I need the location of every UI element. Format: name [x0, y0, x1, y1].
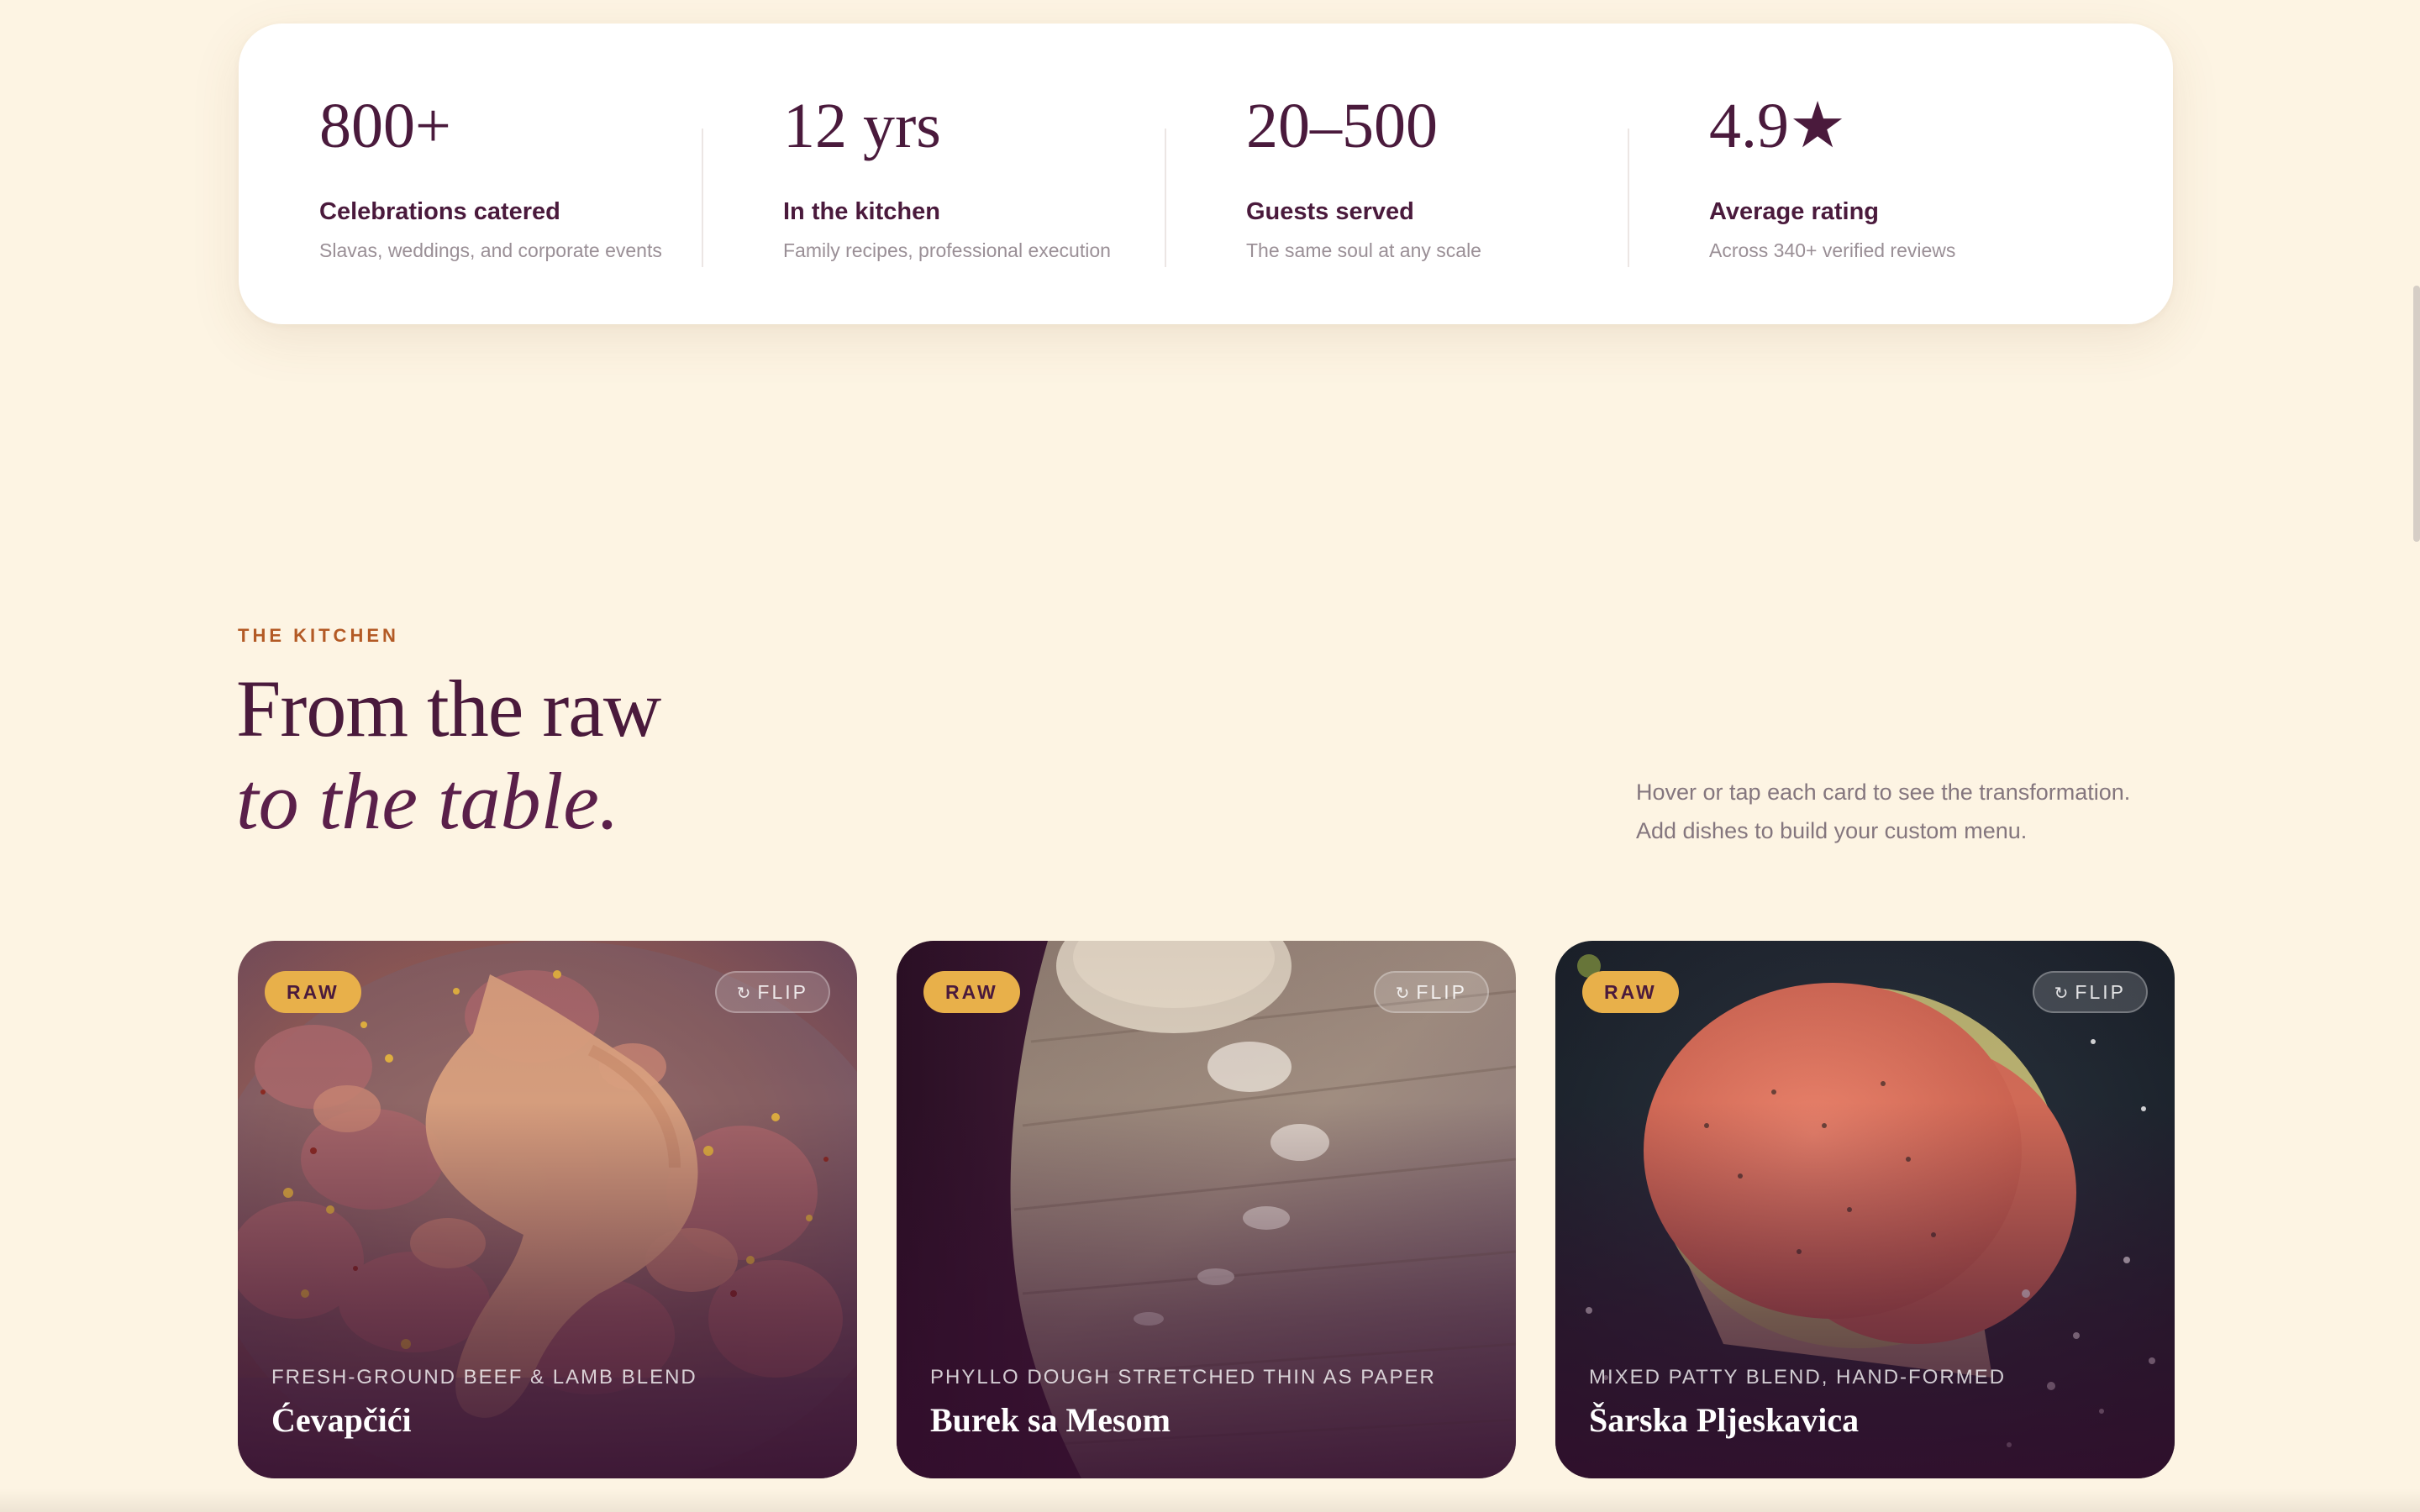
stat-description: Across 340+ verified reviews [1709, 239, 1956, 261]
section-intro: Hover or tap each card to see the transf… [1636, 773, 2174, 850]
dish-subtitle: FRESH-GROUND BEEF & LAMB BLEND [271, 1366, 697, 1389]
flip-label: FLIP [757, 981, 808, 1003]
stat-value: 4.9★ [1709, 91, 1847, 161]
flip-label: FLIP [2075, 981, 2126, 1003]
dish-name: Šarska Pljeskavica [1589, 1401, 1860, 1439]
stat-rating: 4.9★ Average rating Across 340+ verified… [1709, 24, 2171, 324]
section-title-line-2: to the table. [236, 756, 619, 846]
dish-card-pljeskavica[interactable]: RAW ↻ FLIP MIXED PATTY BLEND, HAND-FORMED… [1555, 941, 2175, 1478]
dish-name: Ćevapčići [271, 1401, 412, 1439]
card-gradient-overlay [238, 941, 857, 1478]
flip-icon: ↻ [1395, 984, 1410, 1003]
flip-label: FLIP [1416, 981, 1467, 1003]
stat-divider [1165, 129, 1166, 267]
stat-description: Family recipes, professional execution [783, 239, 1111, 261]
stat-celebrations: 800+ Celebrations catered Slavas, weddin… [319, 24, 781, 324]
stat-description: Slavas, weddings, and corporate events [319, 239, 662, 261]
dish-subtitle: PHYLLO DOUGH STRETCHED THIN AS PAPER [930, 1366, 1436, 1389]
stat-description: The same soul at any scale [1246, 239, 1481, 261]
bottom-fade [0, 1488, 2420, 1512]
page-scrollbar[interactable] [2413, 286, 2420, 542]
intro-line: Hover or tap each card to see the transf… [1636, 780, 2131, 805]
dish-subtitle: MIXED PATTY BLEND, HAND-FORMED [1589, 1366, 2007, 1389]
flip-icon: ↻ [736, 984, 751, 1003]
raw-badge: RAW [265, 971, 361, 1013]
stats-card: 800+ Celebrations catered Slavas, weddin… [239, 24, 2173, 324]
section-eyebrow: THE KITCHEN [238, 625, 399, 646]
section-title-line-1: From the raw [236, 664, 661, 753]
stat-guests: 20–500 Guests served The same soul at an… [1246, 24, 1708, 324]
flip-icon: ↻ [2054, 984, 2069, 1003]
dish-card-cevapcici[interactable]: RAW ↻ FLIP FRESH-GROUND BEEF & LAMB BLEND… [238, 941, 857, 1478]
stat-label: In the kitchen [783, 198, 940, 225]
flip-button[interactable]: ↻ FLIP [714, 971, 830, 1013]
stat-years: 12 yrs In the kitchen Family recipes, pr… [783, 24, 1245, 324]
dish-name: Burek sa Mesom [930, 1401, 1171, 1439]
stat-divider [1628, 129, 1629, 267]
raw-badge: RAW [1582, 971, 1679, 1013]
flip-button[interactable]: ↻ FLIP [2032, 971, 2148, 1013]
stat-value: 12 yrs [783, 91, 941, 161]
intro-line: Add dishes to build your custom menu. [1636, 818, 2028, 843]
stat-label: Average rating [1709, 198, 1879, 225]
stat-label: Celebrations catered [319, 198, 560, 225]
stat-divider [702, 129, 703, 267]
raw-badge: RAW [923, 971, 1020, 1013]
stat-label: Guests served [1246, 198, 1414, 225]
stat-value: 800+ [319, 91, 451, 161]
card-gradient-overlay [897, 941, 1516, 1478]
stat-value: 20–500 [1246, 91, 1438, 161]
card-gradient-overlay [1555, 941, 2175, 1478]
flip-button[interactable]: ↻ FLIP [1373, 971, 1489, 1013]
dish-card-burek[interactable]: RAW ↻ FLIP PHYLLO DOUGH STRETCHED THIN AS… [897, 941, 1516, 1478]
